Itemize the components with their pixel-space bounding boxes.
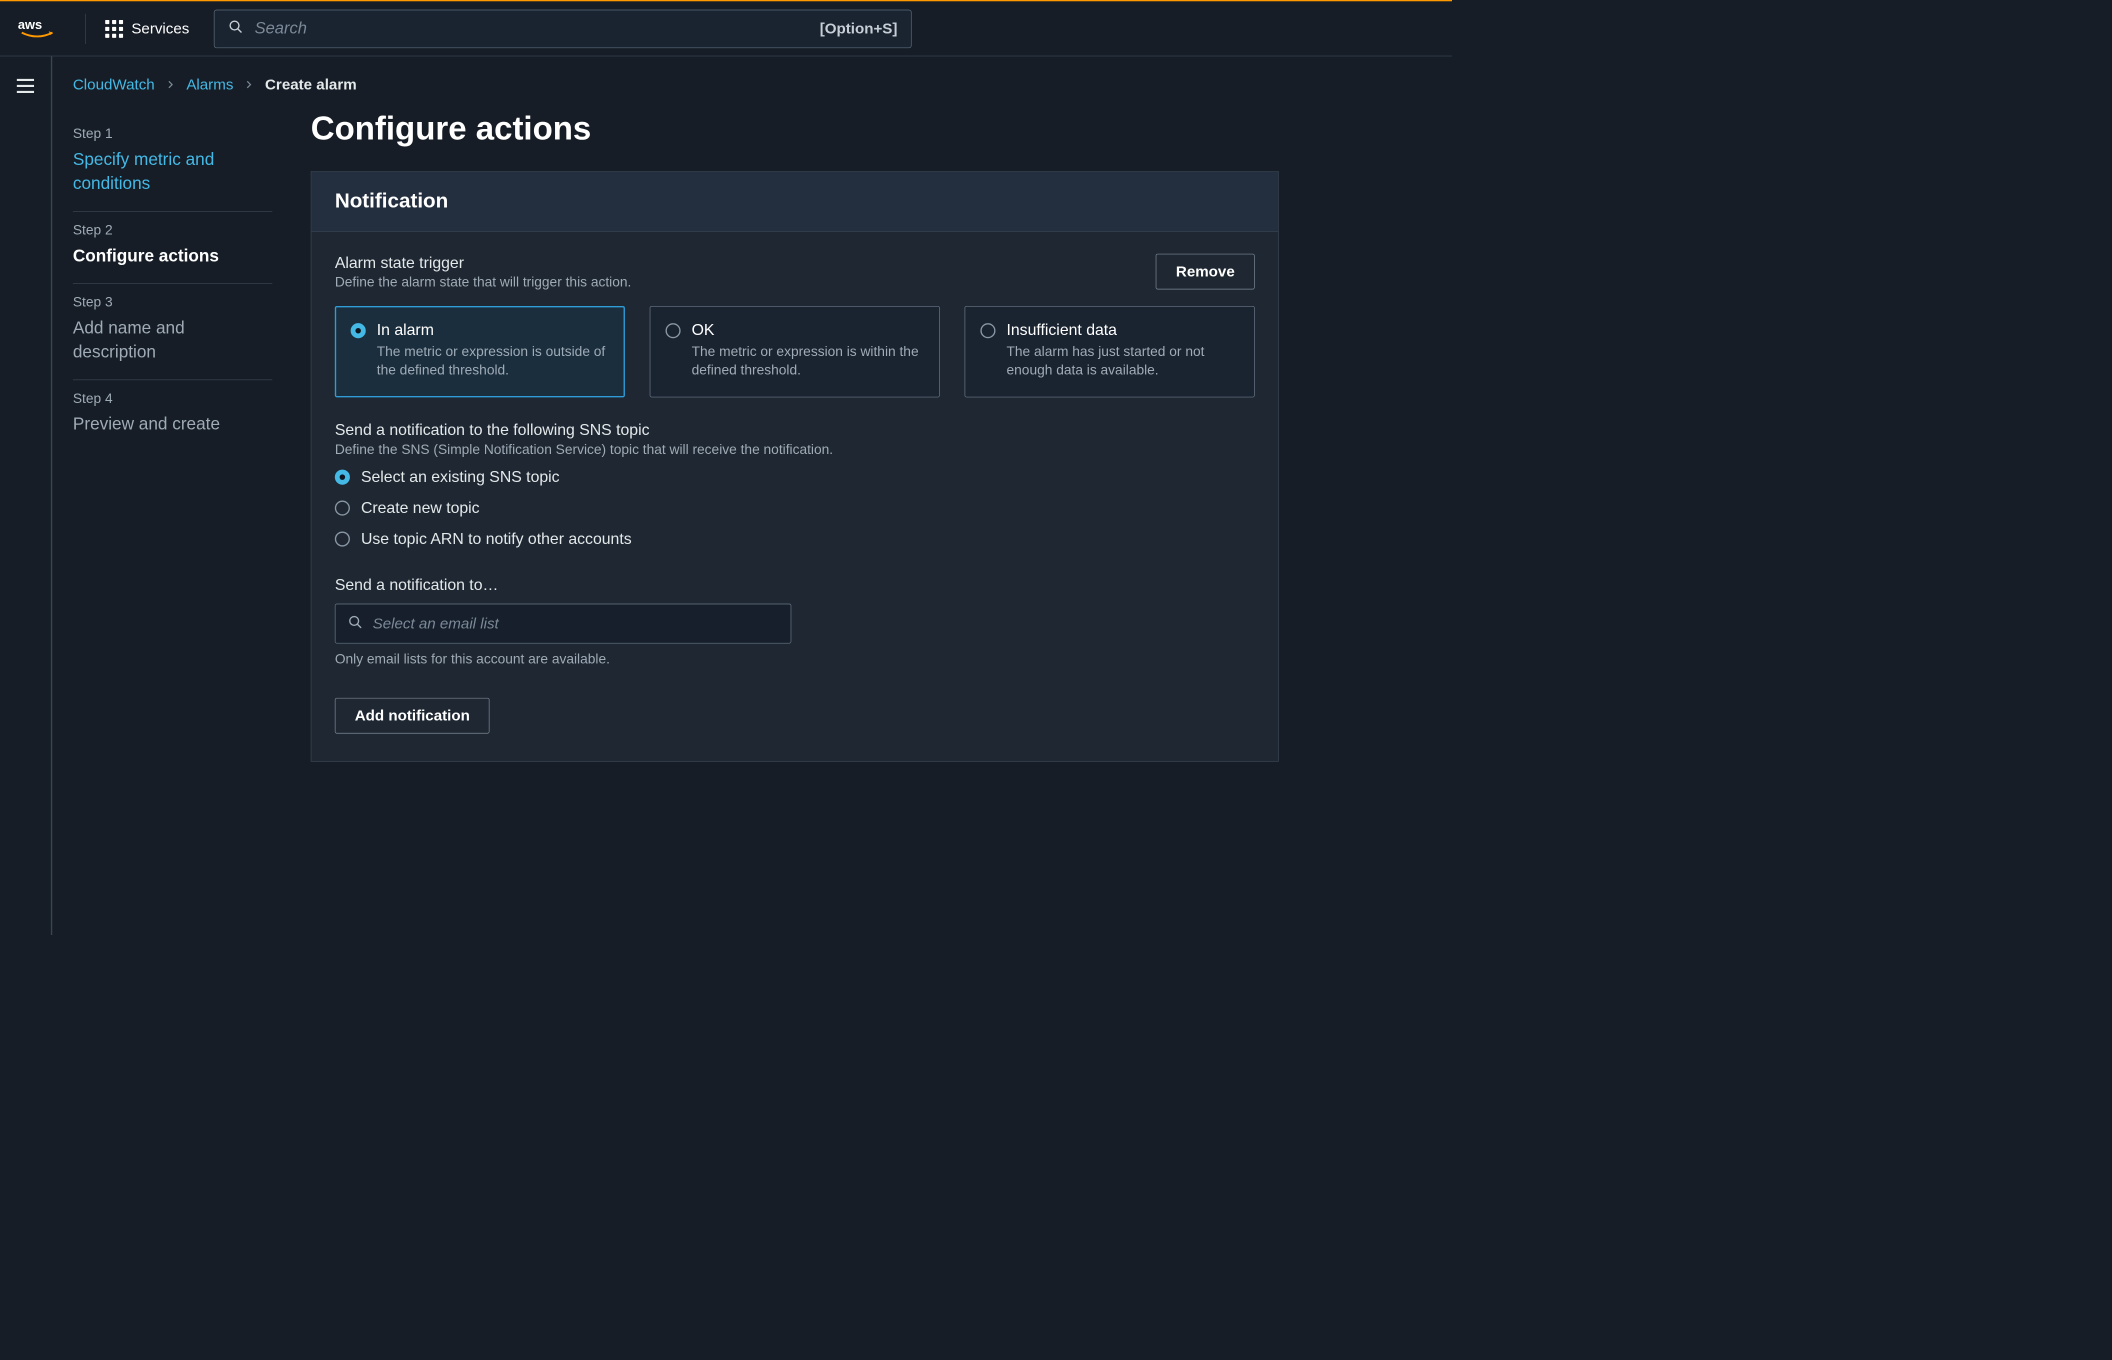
step-title: Specify metric and conditions (73, 148, 272, 196)
breadcrumb-current: Create alarm (265, 76, 357, 94)
search-icon (348, 614, 363, 633)
step-title: Preview and create (73, 413, 272, 437)
trigger-option-ok[interactable]: OK The metric or expression is within th… (650, 306, 940, 397)
search-input[interactable] (255, 19, 809, 38)
radio-icon (335, 500, 350, 515)
breadcrumb-cloudwatch[interactable]: CloudWatch (73, 76, 155, 94)
trigger-option-in-alarm[interactable]: In alarm The metric or expression is out… (335, 306, 625, 397)
radio-icon (335, 469, 350, 484)
radio-icon (351, 323, 366, 338)
tile-title: In alarm (377, 320, 609, 339)
panel-heading: Notification (335, 190, 1255, 213)
radio-label: Create new topic (361, 498, 480, 517)
remove-button[interactable]: Remove (1156, 254, 1255, 290)
global-search[interactable]: [Option+S] (214, 9, 912, 48)
chevron-right-icon (244, 76, 254, 94)
radio-icon (980, 323, 995, 338)
left-rail (0, 56, 52, 935)
radio-icon (666, 323, 681, 338)
hamburger-icon[interactable] (15, 76, 36, 935)
sns-option-arn[interactable]: Use topic ARN to notify other accounts (335, 529, 1255, 548)
aws-logo[interactable]: aws (17, 16, 58, 41)
search-icon (228, 19, 243, 38)
step-4: Step 4 Preview and create (73, 380, 272, 452)
tile-title: Insufficient data (1007, 320, 1239, 339)
top-nav: aws Services [Option+S] (0, 1, 1452, 56)
trigger-label: Alarm state trigger (335, 254, 632, 273)
breadcrumb-alarms[interactable]: Alarms (186, 76, 233, 94)
step-number: Step 3 (73, 295, 272, 311)
tile-title: OK (692, 320, 924, 339)
step-1[interactable]: Step 1 Specify metric and conditions (73, 116, 272, 212)
notification-panel: Notification Alarm state trigger Define … (311, 171, 1279, 762)
svg-text:aws: aws (18, 17, 42, 32)
trigger-desc: Define the alarm state that will trigger… (335, 275, 632, 291)
sns-desc: Define the SNS (Simple Notification Serv… (335, 442, 1255, 458)
radio-label: Use topic ARN to notify other accounts (361, 529, 632, 548)
page-title: Configure actions (311, 110, 1432, 148)
nav-divider (85, 13, 86, 43)
sns-option-existing[interactable]: Select an existing SNS topic (335, 468, 1255, 487)
send-to-label: Send a notification to… (335, 575, 1255, 594)
add-notification-button[interactable]: Add notification (335, 698, 490, 734)
chevron-right-icon (166, 76, 176, 94)
wizard-steps: Step 1 Specify metric and conditions Ste… (73, 106, 272, 762)
radio-label: Select an existing SNS topic (361, 468, 560, 487)
step-number: Step 4 (73, 391, 272, 407)
send-to-input[interactable] (373, 615, 779, 633)
services-label: Services (131, 20, 189, 38)
step-title: Add name and description (73, 316, 272, 364)
grid-icon (105, 20, 123, 38)
breadcrumb: CloudWatch Alarms Create alarm (73, 76, 1432, 94)
step-3: Step 3 Add name and description (73, 284, 272, 380)
step-2: Step 2 Configure actions (73, 212, 272, 284)
send-to-select[interactable] (335, 604, 792, 644)
step-title: Configure actions (73, 244, 272, 268)
step-number: Step 2 (73, 223, 272, 239)
tile-desc: The alarm has just started or not enough… (1007, 343, 1239, 380)
sns-label: Send a notification to the following SNS… (335, 421, 1255, 440)
tile-desc: The metric or expression is within the d… (692, 343, 924, 380)
send-to-hint: Only email lists for this account are av… (335, 652, 1255, 668)
trigger-option-insufficient[interactable]: Insufficient data The alarm has just sta… (965, 306, 1255, 397)
search-kbd-hint: [Option+S] (820, 20, 898, 38)
panel-header: Notification (311, 172, 1278, 232)
radio-icon (335, 531, 350, 546)
step-number: Step 1 (73, 127, 272, 143)
tile-desc: The metric or expression is outside of t… (377, 343, 609, 380)
sns-option-create[interactable]: Create new topic (335, 498, 1255, 517)
services-menu-button[interactable]: Services (98, 20, 196, 38)
